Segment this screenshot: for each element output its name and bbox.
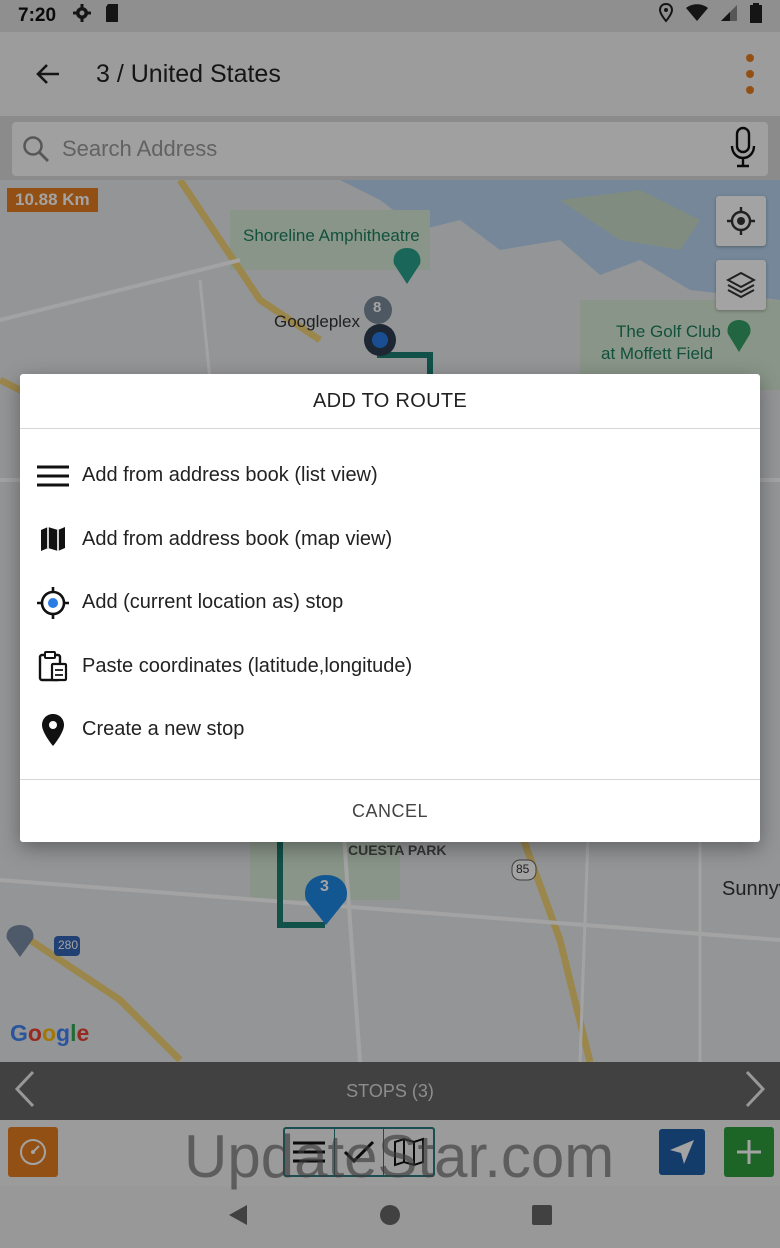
add-to-route-dialog: ADD TO ROUTE Add from address book (list… (20, 374, 760, 842)
option-label: Add from address book (map view) (82, 527, 393, 550)
option-current-location[interactable]: Add (current location as) stop (20, 571, 760, 635)
clipboard-icon (36, 649, 70, 683)
option-label: Add (current location as) stop (82, 591, 344, 614)
current-location-icon (36, 586, 70, 620)
list-icon (36, 459, 70, 493)
option-address-book-list[interactable]: Add from address book (list view) (20, 444, 760, 508)
option-address-book-map[interactable]: Add from address book (map view) (20, 508, 760, 572)
dialog-options: Add from address book (list view) Add fr… (20, 429, 760, 762)
option-label: Add from address book (list view) (82, 464, 378, 487)
map-icon (36, 522, 70, 556)
cancel-button[interactable]: CANCEL (20, 779, 760, 842)
option-create-new-stop[interactable]: Create a new stop (20, 698, 760, 762)
option-label: Paste coordinates (latitude,longitude) (82, 654, 413, 677)
option-paste-coordinates[interactable]: Paste coordinates (latitude,longitude) (20, 635, 760, 699)
pin-icon (36, 713, 70, 747)
option-label: Create a new stop (82, 718, 245, 741)
dialog-title: ADD TO ROUTE (20, 374, 760, 429)
